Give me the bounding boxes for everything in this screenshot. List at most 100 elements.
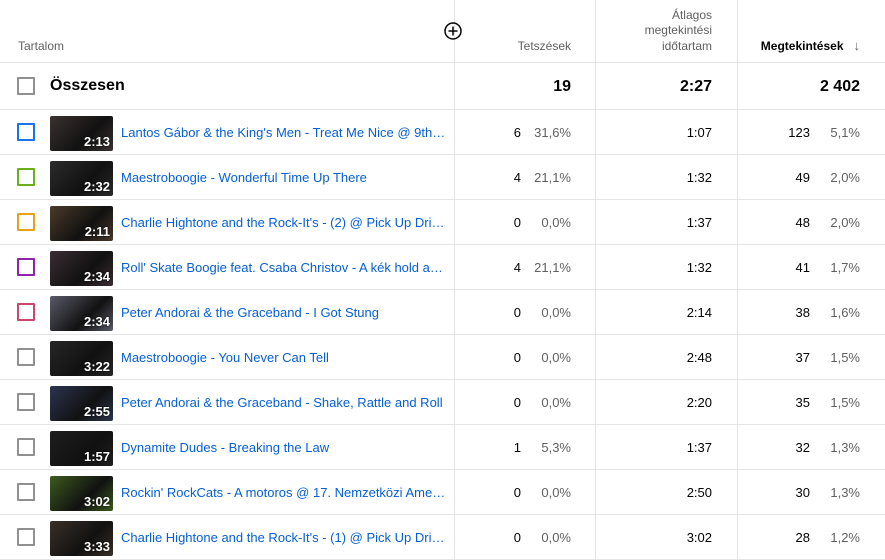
total-likes: 19 xyxy=(553,78,571,95)
video-thumbnail[interactable]: 3:22 xyxy=(50,341,113,376)
total-views: 2 402 xyxy=(819,78,860,95)
row-checkbox[interactable] xyxy=(17,393,35,411)
video-title-link[interactable]: Roll' Skate Boogie feat. Csaba Christov … xyxy=(121,260,447,275)
video-duration: 2:13 xyxy=(83,134,110,149)
likes-count: 4 xyxy=(513,170,521,185)
likes-count: 0 xyxy=(513,395,521,410)
total-label: Összesen xyxy=(50,77,125,94)
video-duration: 2:32 xyxy=(83,179,110,194)
video-duration: 3:33 xyxy=(83,539,110,554)
video-title-link[interactable]: Peter Andorai & the Graceband - Shake, R… xyxy=(121,395,447,410)
total-row: Összesen 19 2:27 2 402 xyxy=(0,63,885,110)
video-title-link[interactable]: Charlie Hightone and the Rock-It's - (2)… xyxy=(121,215,447,230)
video-duration: 2:11 xyxy=(84,224,110,239)
video-thumbnail[interactable]: 2:34 xyxy=(50,296,113,331)
table-row[interactable]: 2:11 Charlie Hightone and the Rock-It's -… xyxy=(0,200,885,245)
video-thumbnail[interactable]: 2:11 xyxy=(50,206,113,241)
video-title-link[interactable]: Rockin' RockCats - A motoros @ 17. Nemze… xyxy=(121,485,447,500)
avg-duration: 1:07 xyxy=(686,125,712,140)
avg-label-line2: megtekintési xyxy=(644,23,712,37)
row-checkbox[interactable] xyxy=(17,528,35,546)
video-title-link[interactable]: Lantos Gábor & the King's Men - Treat Me… xyxy=(121,125,447,140)
video-title-link[interactable]: Charlie Hightone and the Rock-It's - (1)… xyxy=(121,530,447,545)
views-count: 32 xyxy=(795,440,810,455)
views-count: 30 xyxy=(795,485,810,500)
total-avg-duration: 2:27 xyxy=(679,78,712,95)
analytics-table: Tartalom Tetszések Átlagos megtekintési … xyxy=(0,0,885,560)
likes-percent: 0,0% xyxy=(541,215,571,230)
likes-percent: 31,6% xyxy=(534,125,571,140)
views-count: 48 xyxy=(795,215,810,230)
views-percent: 1,5% xyxy=(830,350,860,365)
table-row[interactable]: 3:33 Charlie Hightone and the Rock-It's -… xyxy=(0,515,885,560)
row-checkbox[interactable] xyxy=(17,213,35,231)
views-percent: 2,0% xyxy=(830,215,860,230)
likes-percent: 0,0% xyxy=(541,350,571,365)
views-count: 123 xyxy=(788,125,810,140)
avg-duration: 1:32 xyxy=(686,260,712,275)
table-row[interactable]: 1:57 Dynamite Dudes - Breaking the Law 1 5,… xyxy=(0,425,885,470)
video-title-link[interactable]: Dynamite Dudes - Breaking the Law xyxy=(121,440,447,455)
table-row[interactable]: 2:13 Lantos Gábor & the King's Men - Trea… xyxy=(0,110,885,155)
video-thumbnail[interactable]: 2:13 xyxy=(50,116,113,151)
add-column-icon[interactable] xyxy=(444,22,462,40)
views-count: 38 xyxy=(795,305,810,320)
table-row[interactable]: 3:22 Maestroboogie - You Never Can Tell 0 0… xyxy=(0,335,885,380)
table-header: Tartalom Tetszések Átlagos megtekintési … xyxy=(0,0,885,63)
select-all-checkbox[interactable] xyxy=(17,77,35,95)
video-title-link[interactable]: Maestroboogie - Wonderful Time Up There xyxy=(121,170,447,185)
column-header-likes[interactable]: Tetszések xyxy=(455,39,571,55)
row-checkbox[interactable] xyxy=(17,303,35,321)
views-label: Megtekintések xyxy=(760,38,844,53)
row-checkbox[interactable] xyxy=(17,483,35,501)
likes-count: 0 xyxy=(513,215,521,230)
row-checkbox[interactable] xyxy=(17,348,35,366)
table-row[interactable]: 3:02 Rockin' RockCats - A motoros @ 17. N… xyxy=(0,470,885,515)
column-header-content[interactable]: Tartalom xyxy=(18,39,64,55)
likes-percent: 21,1% xyxy=(534,260,571,275)
table-row[interactable]: 2:32 Maestroboogie - Wonderful Time Up Th… xyxy=(0,155,885,200)
video-duration: 3:22 xyxy=(83,359,110,374)
video-title-link[interactable]: Maestroboogie - You Never Can Tell xyxy=(121,350,447,365)
video-thumbnail[interactable]: 2:34 xyxy=(50,251,113,286)
table-row[interactable]: 2:34 Peter Andorai & the Graceband - I Go… xyxy=(0,290,885,335)
views-percent: 1,5% xyxy=(830,395,860,410)
views-count: 49 xyxy=(795,170,810,185)
likes-count: 0 xyxy=(513,530,521,545)
likes-percent: 5,3% xyxy=(541,440,571,455)
row-checkbox[interactable] xyxy=(17,168,35,186)
avg-duration: 1:37 xyxy=(686,215,712,230)
video-title-link[interactable]: Peter Andorai & the Graceband - I Got St… xyxy=(121,305,447,320)
likes-count: 0 xyxy=(513,350,521,365)
video-duration: 2:55 xyxy=(83,404,110,419)
views-count: 41 xyxy=(795,260,810,275)
views-percent: 5,1% xyxy=(830,125,860,140)
avg-label-line3: időtartam xyxy=(661,38,712,53)
views-count: 35 xyxy=(795,395,810,410)
row-checkbox[interactable] xyxy=(17,438,35,456)
avg-duration: 2:50 xyxy=(686,485,712,500)
column-header-views[interactable]: Megtekintések ↓ xyxy=(738,38,860,55)
likes-percent: 0,0% xyxy=(541,305,571,320)
video-thumbnail[interactable]: 2:32 xyxy=(50,161,113,196)
video-thumbnail[interactable]: 1:57 xyxy=(50,431,113,466)
row-checkbox[interactable] xyxy=(17,123,35,141)
sort-arrow-icon: ↓ xyxy=(853,37,861,53)
likes-percent: 21,1% xyxy=(534,170,571,185)
video-duration: 1:57 xyxy=(83,449,110,464)
video-thumbnail[interactable]: 3:33 xyxy=(50,521,113,556)
views-percent: 1,3% xyxy=(830,485,860,500)
table-row[interactable]: 2:34 Roll' Skate Boogie feat. Csaba Chris… xyxy=(0,245,885,290)
video-thumbnail[interactable]: 2:55 xyxy=(50,386,113,421)
likes-count: 0 xyxy=(513,305,521,320)
column-header-avg-duration[interactable]: Átlagos megtekintési időtartam xyxy=(596,8,712,55)
row-checkbox[interactable] xyxy=(17,258,35,276)
views-percent: 1,3% xyxy=(830,440,860,455)
table-row[interactable]: 2:55 Peter Andorai & the Graceband - Shak… xyxy=(0,380,885,425)
likes-count: 1 xyxy=(513,440,521,455)
views-count: 28 xyxy=(795,530,810,545)
likes-percent: 0,0% xyxy=(541,530,571,545)
video-duration: 2:34 xyxy=(83,269,110,284)
video-thumbnail[interactable]: 3:02 xyxy=(50,476,113,511)
likes-count: 6 xyxy=(513,125,521,140)
